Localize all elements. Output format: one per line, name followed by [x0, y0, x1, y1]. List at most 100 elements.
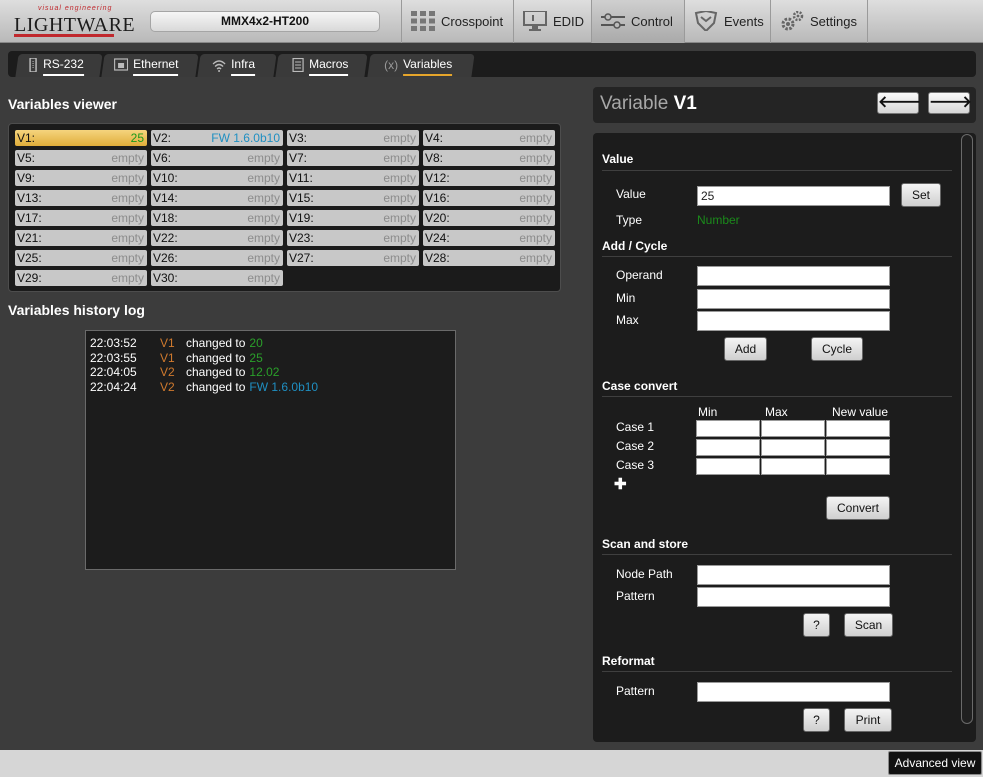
set-button[interactable]: Set	[901, 183, 941, 207]
logo-underline	[14, 34, 114, 37]
case-2-min-input[interactable]	[696, 439, 760, 456]
grid-icon	[411, 11, 435, 31]
next-variable-button[interactable]: 🡒	[928, 92, 972, 114]
logo-tagline: visual engineering	[38, 5, 113, 12]
print-button[interactable]: Print	[844, 708, 892, 732]
variable-cell[interactable]: V17: empty	[15, 210, 147, 226]
case-3-new-value-input[interactable]	[826, 458, 890, 475]
variables-viewer-heading: Variables viewer	[8, 96, 117, 112]
convert-button[interactable]: Convert	[826, 496, 890, 520]
variable-cell[interactable]: V12: empty	[423, 170, 555, 186]
variable-cell[interactable]: V8: empty	[423, 150, 555, 166]
history-time: 22:03:55	[90, 350, 137, 365]
type-value: Number	[697, 213, 740, 227]
scan-pattern-label: Pattern	[616, 589, 655, 603]
value-input[interactable]	[697, 186, 890, 206]
variable-cell[interactable]: V9: empty	[15, 170, 147, 186]
variable-name: V16:	[425, 191, 450, 205]
prev-variable-button[interactable]: 🡐	[877, 92, 921, 114]
variable-name: V2:	[153, 131, 172, 145]
variable-cell[interactable]: V11: empty	[287, 170, 419, 186]
variable-cell[interactable]: V1: 25	[15, 130, 147, 146]
device-name: MMX4x2-HT200	[150, 11, 380, 32]
variable-cell[interactable]: V5: empty	[15, 150, 147, 166]
tab-crosspoint-label: Crosspoint	[441, 14, 504, 29]
case-1-new-value-input[interactable]	[826, 420, 890, 437]
variable-cell[interactable]: V14: empty	[151, 190, 283, 206]
case-3-max-input[interactable]	[761, 458, 825, 475]
variable-cell[interactable]: V3: empty	[287, 130, 419, 146]
advanced-view-button[interactable]: Advanced view	[888, 751, 982, 775]
tab-events[interactable]: Events	[684, 0, 770, 43]
variable-cell[interactable]: V24: empty	[423, 230, 555, 246]
variable-cell[interactable]: V29: empty	[15, 270, 147, 286]
subtab-ethernet-label: Ethernet	[133, 54, 179, 76]
variable-cell[interactable]: V22: empty	[151, 230, 283, 246]
variable-cell[interactable]: V6: empty	[151, 150, 283, 166]
reformat-pattern-input[interactable]	[697, 682, 890, 702]
variable-cell[interactable]: V27: empty	[287, 250, 419, 266]
max-input[interactable]	[697, 311, 890, 331]
variable-value: empty	[111, 251, 144, 265]
tab-control[interactable]: Control	[591, 0, 684, 43]
variable-name: V1:	[17, 131, 36, 145]
tab-crosspoint[interactable]: Crosspoint	[401, 0, 513, 43]
variable-cell[interactable]: V10: empty	[151, 170, 283, 186]
variable-cell[interactable]: V18: empty	[151, 210, 283, 226]
variable-value: empty	[111, 211, 144, 225]
variable-name: V23:	[289, 231, 314, 245]
subtab-variables[interactable]: (x) Variables	[367, 54, 475, 77]
subtab-infra[interactable]: Infra	[197, 54, 277, 77]
variable-cell[interactable]: V2: FW 1.6.0b10	[151, 130, 283, 146]
variable-cell[interactable]: V16: empty	[423, 190, 555, 206]
history-time: 22:04:05	[90, 365, 137, 380]
tab-settings[interactable]: Settings	[770, 0, 868, 43]
variable-cell[interactable]: V21: empty	[15, 230, 147, 246]
variable-cell[interactable]: V4: empty	[423, 130, 555, 146]
case-2-max-input[interactable]	[761, 439, 825, 456]
subtab-macros[interactable]: Macros	[275, 54, 368, 77]
variable-cell[interactable]: V30: empty	[151, 270, 283, 286]
variable-value: empty	[247, 151, 280, 165]
add-button[interactable]: Add	[724, 337, 767, 361]
subtab-rs232[interactable]: RS-232	[15, 54, 103, 77]
variable-cell[interactable]: V23: empty	[287, 230, 419, 246]
variable-value: empty	[519, 171, 552, 185]
variable-cell[interactable]: V20: empty	[423, 210, 555, 226]
variable-value: empty	[383, 191, 416, 205]
scan-pattern-input[interactable]	[697, 587, 890, 607]
tab-edid[interactable]: EDID	[513, 0, 591, 43]
subtab-infra-label: Infra	[231, 54, 256, 76]
scan-help-button[interactable]: ?	[803, 613, 830, 637]
variable-cell[interactable]: V13: empty	[15, 190, 147, 206]
variable-name: V19:	[289, 211, 314, 225]
node-path-input[interactable]	[697, 565, 890, 585]
min-input[interactable]	[697, 289, 890, 309]
variable-value: empty	[247, 251, 280, 265]
variable-name: V8:	[425, 151, 444, 165]
cycle-button[interactable]: Cycle	[811, 337, 863, 361]
variable-cell[interactable]: V25: empty	[15, 250, 147, 266]
variable-cell[interactable]: V7: empty	[287, 150, 419, 166]
case-1-min-input[interactable]	[696, 420, 760, 437]
subtab-ethernet[interactable]: Ethernet	[101, 54, 199, 77]
case-3-min-input[interactable]	[696, 458, 760, 475]
case-2-new-value-input[interactable]	[826, 439, 890, 456]
section-divider	[602, 671, 952, 672]
add-case-icon[interactable]: ✚	[614, 475, 627, 493]
variable-cell[interactable]: V28: empty	[423, 250, 555, 266]
variable-value: empty	[383, 231, 416, 245]
variable-cell[interactable]: V26: empty	[151, 250, 283, 266]
node-path-label: Node Path	[616, 567, 673, 581]
scan-button[interactable]: Scan	[844, 613, 893, 637]
variable-header: Variable V1 🡐 🡒	[593, 87, 976, 123]
case-1-max-input[interactable]	[761, 420, 825, 437]
variable-value: empty	[519, 131, 552, 145]
variable-value: empty	[519, 231, 552, 245]
operand-input[interactable]	[697, 266, 890, 286]
variable-cell[interactable]: V15: empty	[287, 190, 419, 206]
variable-value: empty	[111, 191, 144, 205]
variable-cell[interactable]: V19: empty	[287, 210, 419, 226]
reformat-help-button[interactable]: ?	[803, 708, 830, 732]
panel-scrollbar[interactable]	[961, 134, 973, 724]
